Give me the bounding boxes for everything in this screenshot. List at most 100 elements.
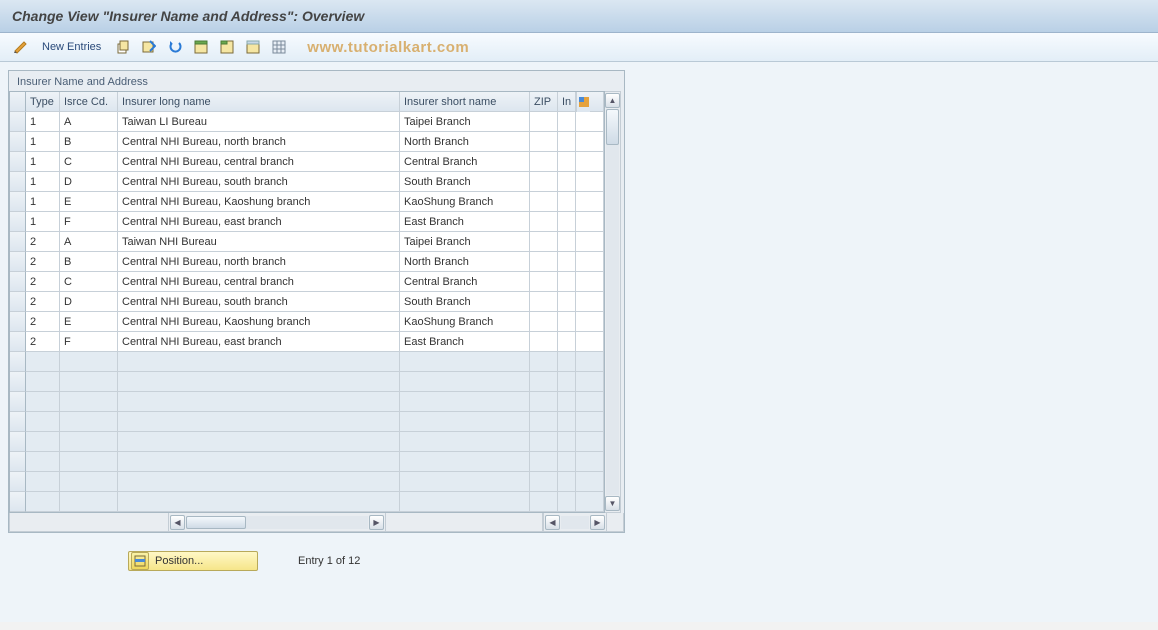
cell-in[interactable] <box>558 112 576 132</box>
horizontal-scrollbar-left[interactable]: ◀ ▶ <box>168 513 386 532</box>
cell-short[interactable]: East Branch <box>400 212 530 232</box>
cell-type[interactable]: 2 <box>26 292 60 312</box>
row-selector[interactable] <box>10 192 26 212</box>
row-selector[interactable] <box>10 412 26 432</box>
row-selector[interactable] <box>10 212 26 232</box>
cell-short[interactable]: North Branch <box>400 132 530 152</box>
cell-type[interactable]: 2 <box>26 252 60 272</box>
vertical-scrollbar[interactable]: ▲ ▼ <box>605 91 621 513</box>
table-row[interactable]: 2ATaiwan NHI BureauTaipei Branch <box>10 232 604 252</box>
cell-type[interactable]: 1 <box>26 132 60 152</box>
cell-zip[interactable] <box>530 252 558 272</box>
cell-type[interactable]: 1 <box>26 112 60 132</box>
col-header-zip[interactable]: ZIP <box>530 92 558 112</box>
cell-long[interactable]: Central NHI Bureau, north branch <box>118 252 400 272</box>
cell-in[interactable] <box>558 292 576 312</box>
cell-long[interactable]: Central NHI Bureau, central branch <box>118 272 400 292</box>
cell-zip[interactable] <box>530 192 558 212</box>
cell-type[interactable]: 2 <box>26 272 60 292</box>
cell-zip[interactable] <box>530 292 558 312</box>
cell-isrce[interactable]: E <box>60 312 118 332</box>
table-row[interactable]: 1FCentral NHI Bureau, east branchEast Br… <box>10 212 604 232</box>
cell-zip[interactable] <box>530 332 558 352</box>
cell-long[interactable]: Central NHI Bureau, south branch <box>118 172 400 192</box>
table-row-empty[interactable] <box>10 472 604 492</box>
cell-long[interactable]: Central NHI Bureau, central branch <box>118 152 400 172</box>
cell-in[interactable] <box>558 252 576 272</box>
select-block-icon[interactable] <box>217 37 237 57</box>
scroll-right2-icon[interactable]: ▶ <box>590 515 605 530</box>
scroll-down-icon[interactable]: ▼ <box>605 496 620 511</box>
scroll-left2-icon[interactable]: ◀ <box>545 515 560 530</box>
deselect-all-icon[interactable] <box>243 37 263 57</box>
cell-long[interactable]: Central NHI Bureau, north branch <box>118 132 400 152</box>
cell-long[interactable]: Taiwan LI Bureau <box>118 112 400 132</box>
col-header-in[interactable]: In <box>558 92 576 112</box>
cell-short[interactable]: Central Branch <box>400 272 530 292</box>
cell-zip[interactable] <box>530 152 558 172</box>
row-selector[interactable] <box>10 152 26 172</box>
cell-zip[interactable] <box>530 172 558 192</box>
row-selector[interactable] <box>10 112 26 132</box>
cell-in[interactable] <box>558 232 576 252</box>
copy-icon[interactable] <box>113 37 133 57</box>
row-selector[interactable] <box>10 292 26 312</box>
row-selector[interactable] <box>10 352 26 372</box>
table-row-empty[interactable] <box>10 352 604 372</box>
row-selector[interactable] <box>10 232 26 252</box>
cell-long[interactable]: Central NHI Bureau, south branch <box>118 292 400 312</box>
cell-isrce[interactable]: A <box>60 112 118 132</box>
table-row[interactable]: 2CCentral NHI Bureau, central branchCent… <box>10 272 604 292</box>
cell-isrce[interactable]: E <box>60 192 118 212</box>
cell-isrce[interactable]: F <box>60 212 118 232</box>
cell-type[interactable]: 2 <box>26 232 60 252</box>
cell-zip[interactable] <box>530 232 558 252</box>
cell-isrce[interactable]: B <box>60 252 118 272</box>
cell-long[interactable]: Central NHI Bureau, Kaoshung branch <box>118 312 400 332</box>
row-selector[interactable] <box>10 472 26 492</box>
row-selector[interactable] <box>10 272 26 292</box>
hscroll-thumb[interactable] <box>186 516 246 529</box>
table-row-empty[interactable] <box>10 432 604 452</box>
col-header-long[interactable]: Insurer long name <box>118 92 400 112</box>
row-selector[interactable] <box>10 172 26 192</box>
cell-isrce[interactable]: F <box>60 332 118 352</box>
row-selector[interactable] <box>10 392 26 412</box>
cell-isrce[interactable]: D <box>60 172 118 192</box>
cell-in[interactable] <box>558 212 576 232</box>
table-row-empty[interactable] <box>10 372 604 392</box>
table-row[interactable]: 2BCentral NHI Bureau, north branchNorth … <box>10 252 604 272</box>
table-row[interactable]: 2FCentral NHI Bureau, east branchEast Br… <box>10 332 604 352</box>
table-row-empty[interactable] <box>10 392 604 412</box>
cell-short[interactable]: Taipei Branch <box>400 112 530 132</box>
row-selector[interactable] <box>10 432 26 452</box>
table-row[interactable]: 1DCentral NHI Bureau, south branchSouth … <box>10 172 604 192</box>
cell-in[interactable] <box>558 152 576 172</box>
table-row[interactable]: 1CCentral NHI Bureau, central branchCent… <box>10 152 604 172</box>
table-row[interactable]: 2DCentral NHI Bureau, south branchSouth … <box>10 292 604 312</box>
scroll-left-icon[interactable]: ◀ <box>170 515 185 530</box>
row-selector[interactable] <box>10 332 26 352</box>
toggle-display-icon[interactable] <box>10 37 30 57</box>
data-grid[interactable]: Type Isrce Cd. Insurer long name Insurer… <box>9 91 605 513</box>
delete-icon[interactable] <box>139 37 159 57</box>
row-selector[interactable] <box>10 492 26 512</box>
cell-short[interactable]: KaoShung Branch <box>400 312 530 332</box>
cell-in[interactable] <box>558 272 576 292</box>
horizontal-scrollbar-right[interactable]: ◀ ▶ <box>543 513 607 532</box>
cell-type[interactable]: 2 <box>26 312 60 332</box>
cell-type[interactable]: 1 <box>26 212 60 232</box>
cell-isrce[interactable]: C <box>60 152 118 172</box>
cell-short[interactable]: North Branch <box>400 252 530 272</box>
row-selector[interactable] <box>10 372 26 392</box>
cell-type[interactable]: 1 <box>26 152 60 172</box>
scroll-right-icon[interactable]: ▶ <box>369 515 384 530</box>
table-row-empty[interactable] <box>10 492 604 512</box>
table-config-icon[interactable] <box>576 92 604 112</box>
cell-in[interactable] <box>558 132 576 152</box>
cell-short[interactable]: KaoShung Branch <box>400 192 530 212</box>
row-selector[interactable] <box>10 452 26 472</box>
cell-long[interactable]: Central NHI Bureau, Kaoshung branch <box>118 192 400 212</box>
cell-long[interactable]: Taiwan NHI Bureau <box>118 232 400 252</box>
row-selector[interactable] <box>10 252 26 272</box>
